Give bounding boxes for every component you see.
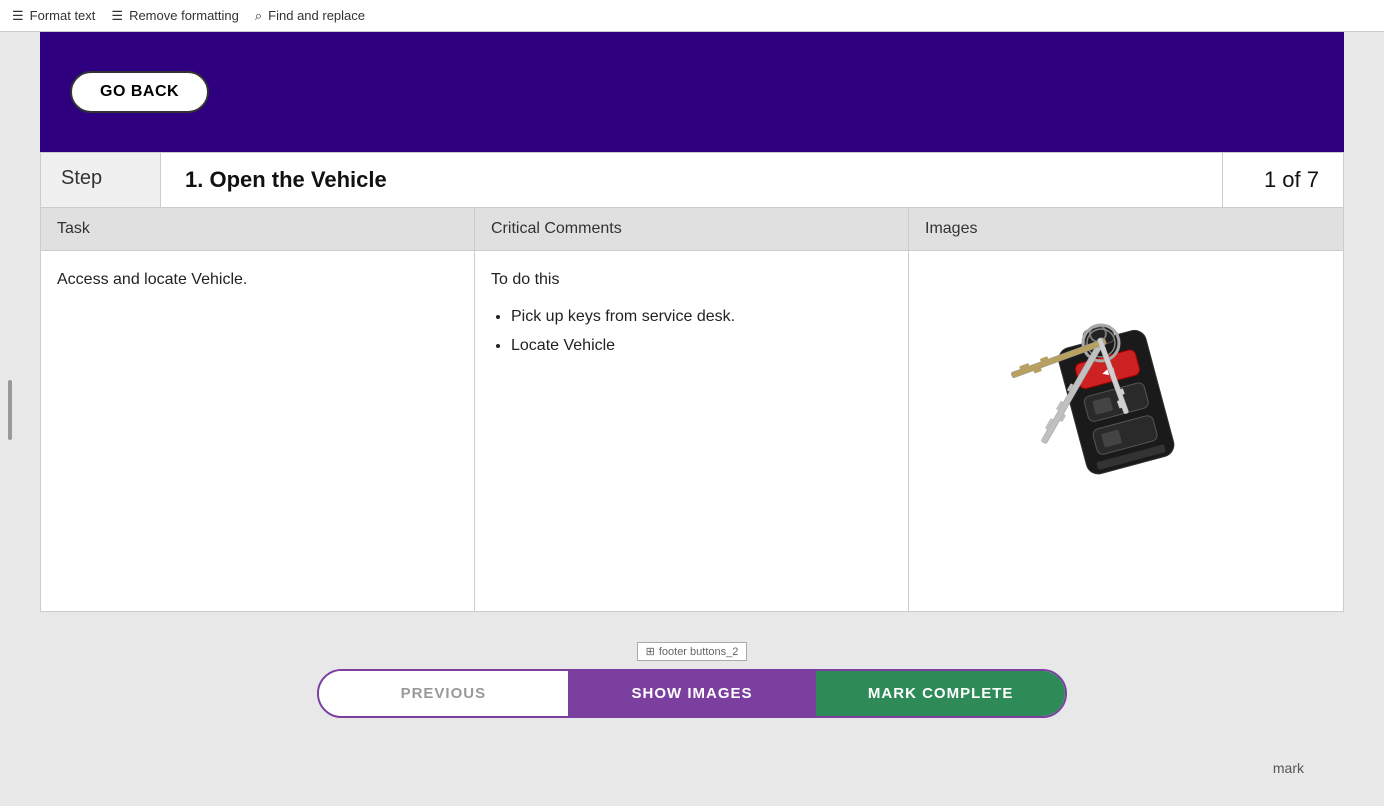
comment-item-1: Pick up keys from service desk. (511, 303, 892, 332)
col-images-header: Images (909, 208, 1343, 250)
car-keys-image: ◀◀ (976, 271, 1276, 551)
find-replace-item[interactable]: ⌕ Find and replace (255, 8, 365, 24)
format-text-item[interactable]: ☰ Format text (12, 8, 95, 24)
footer-area: ⊞ footer buttons_2 PREVIOUS SHOW IMAGES … (40, 612, 1344, 748)
mark-label: mark (1273, 760, 1304, 776)
find-replace-icon: ⌕ (255, 8, 262, 24)
previous-button[interactable]: PREVIOUS (319, 671, 568, 716)
find-replace-label: Find and replace (268, 8, 365, 23)
remove-formatting-icon: ☰ (111, 8, 123, 24)
purple-header: GO BACK (40, 32, 1344, 152)
step-counter: 1 of 7 (1223, 153, 1343, 207)
col-comments-header: Critical Comments (475, 208, 909, 250)
task-cell: Access and locate Vehicle. (41, 251, 475, 611)
task-text: Access and locate Vehicle. (57, 271, 247, 288)
show-images-button[interactable]: SHOW IMAGES (568, 671, 817, 716)
toolbar: ☰ Format text ☰ Remove formatting ⌕ Find… (0, 0, 1384, 32)
step-header: Step 1. Open the Vehicle 1 of 7 (40, 152, 1344, 208)
step-label: Step (41, 153, 161, 207)
scroll-indicator (8, 380, 12, 440)
step-title: 1. Open the Vehicle (161, 153, 1223, 207)
footer-buttons: PREVIOUS SHOW IMAGES MARK COMPLETE (317, 669, 1067, 718)
images-cell: ◀◀ (909, 251, 1343, 611)
main-wrapper: GO BACK Step 1. Open the Vehicle 1 of 7 … (40, 32, 1344, 748)
remove-formatting-item[interactable]: ☰ Remove formatting (111, 8, 238, 24)
footer-label-icon: ⊞ (646, 645, 655, 658)
footer-label-text: footer buttons_2 (659, 646, 739, 658)
table-body: Access and locate Vehicle. To do this Pi… (41, 251, 1343, 611)
content-table: Task Critical Comments Images Access and… (40, 208, 1344, 612)
comments-intro: To do this (491, 271, 892, 289)
remove-formatting-label: Remove formatting (129, 8, 239, 23)
go-back-button[interactable]: GO BACK (70, 71, 209, 113)
col-task-header: Task (41, 208, 475, 250)
comments-list: Pick up keys from service desk. Locate V… (491, 303, 892, 361)
table-header: Task Critical Comments Images (41, 208, 1343, 251)
comments-cell: To do this Pick up keys from service des… (475, 251, 909, 611)
format-text-label: Format text (30, 8, 96, 23)
format-text-icon: ☰ (12, 8, 24, 24)
footer-label: ⊞ footer buttons_2 (637, 642, 748, 661)
mark-complete-button[interactable]: MARK COMPLETE (816, 671, 1065, 716)
comment-item-2: Locate Vehicle (511, 332, 892, 361)
